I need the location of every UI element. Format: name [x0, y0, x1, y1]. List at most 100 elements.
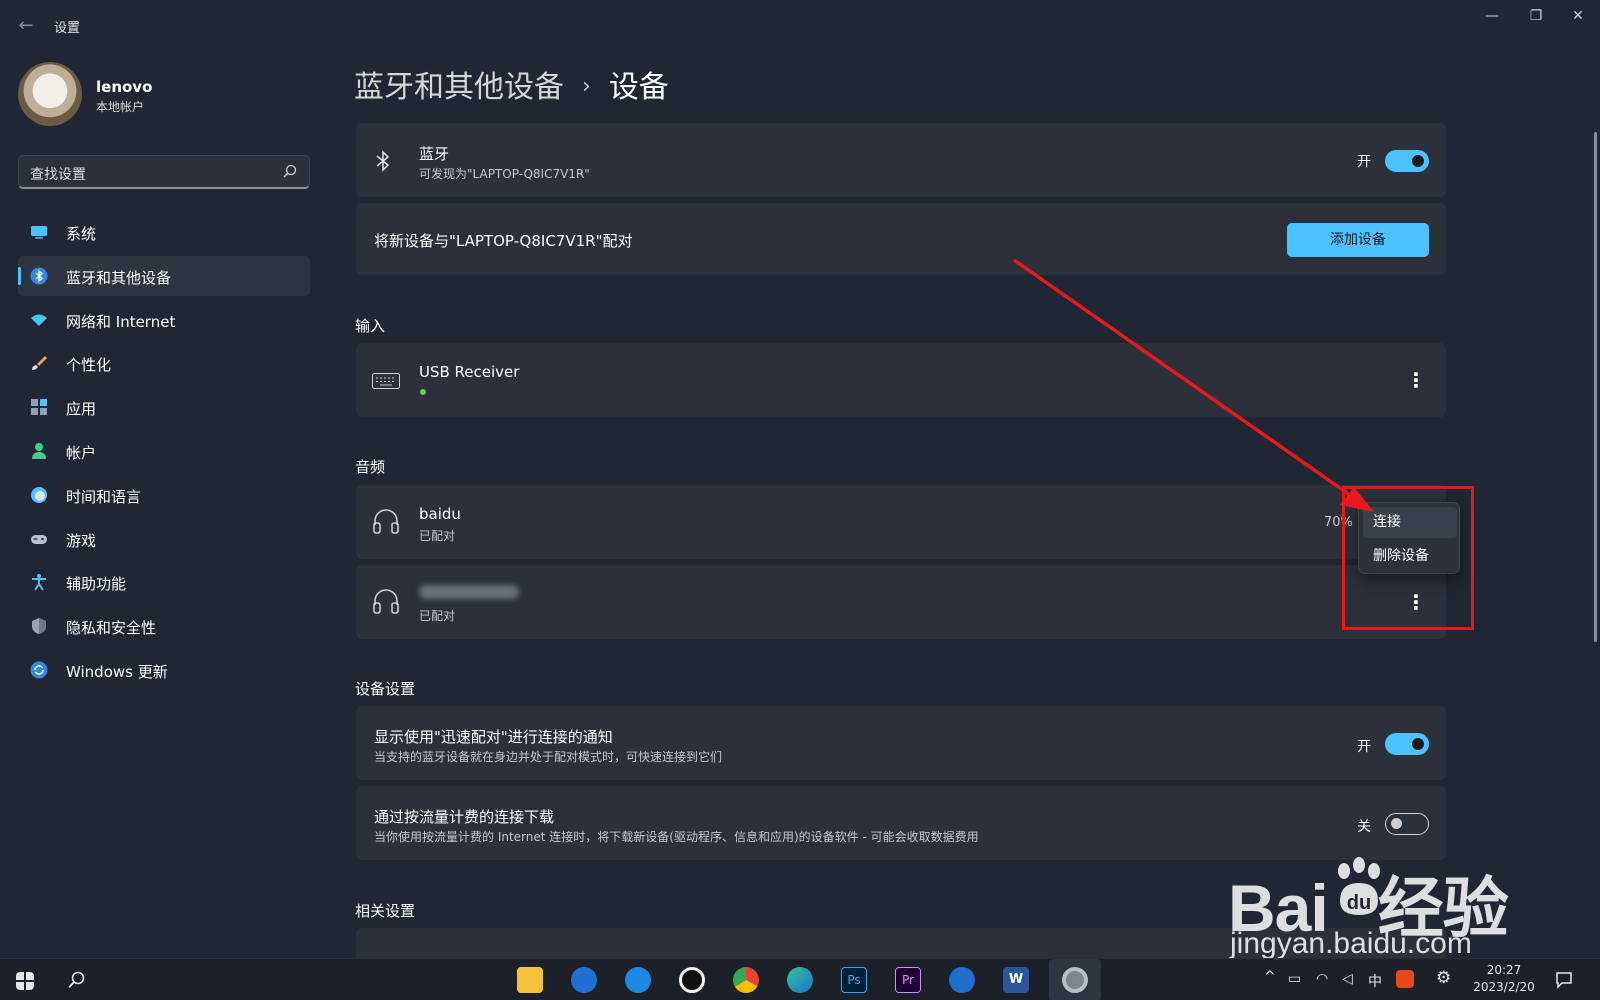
swift-pair-toggle[interactable] [1385, 733, 1429, 755]
sidebar-item-network[interactable]: 网络和 Internet [18, 300, 310, 340]
sidebar-item-label: 应用 [66, 400, 97, 419]
word-icon[interactable]: W [1003, 967, 1029, 993]
input-device-card: USB Receiver ⋮ [356, 343, 1446, 417]
audio-device-card: 已配对 ⋮ [356, 565, 1446, 639]
bluetooth-toggle[interactable] [1385, 150, 1429, 172]
chevron-up-icon[interactable]: ^ [1264, 969, 1276, 985]
back-arrow-icon[interactable]: ← [14, 14, 38, 38]
photoshop-icon[interactable]: Ps [841, 967, 867, 993]
setting-description: 当你使用按流量计费的 Internet 连接时，将下载新设备(驱动程序、信息和应… [374, 830, 979, 844]
sidebar-item-bluetooth[interactable]: 蓝牙和其他设备 [18, 255, 310, 296]
edge-icon[interactable] [787, 967, 813, 993]
blurred-device-name [419, 585, 519, 599]
settings-app-icon[interactable] [1062, 967, 1088, 993]
account-type: 本地帐户 [96, 100, 145, 114]
search-input[interactable]: 查找设置 [18, 155, 310, 189]
bluetooth-icon [30, 267, 48, 285]
close-icon[interactable]: ✕ [1558, 4, 1598, 28]
battery-icon[interactable]: ▭ [1288, 971, 1301, 987]
notification-icon[interactable] [1555, 971, 1573, 989]
active-indicator [18, 266, 21, 285]
minimize-icon[interactable]: — [1470, 4, 1514, 28]
setting-title: 显示使用"迅速配对"进行连接的通知 [374, 728, 613, 746]
more-options-button[interactable]: ⋮ [1401, 365, 1431, 395]
setting-description: 当支持的蓝牙设备就在身边并处于配对模式时，可快速连接到它们 [374, 750, 723, 764]
breadcrumb-parent[interactable]: 蓝牙和其他设备 [354, 70, 564, 105]
sidebar-item-windows-update[interactable]: Windows 更新 [18, 650, 310, 690]
accessibility-icon [32, 574, 46, 591]
premiere-icon[interactable]: Pr [895, 967, 921, 993]
baidu-jingyan-watermark: Bai 经验 du jingyan.baidu.com [1228, 855, 1558, 965]
clock[interactable]: 20:27 2023/2/20 [1468, 962, 1540, 996]
sogou-ime-icon[interactable] [1396, 970, 1414, 988]
scrollbar[interactable] [1594, 132, 1597, 642]
sidebar-nav: 系统 蓝牙和其他设备 网络和 Internet 个性化 应用 帐户 时间和语言 … [18, 212, 310, 694]
sidebar-item-label: 帐户 [66, 443, 97, 462]
setting-card-swift-pair: 显示使用"迅速配对"进行连接的通知 当支持的蓝牙设备就在身边并处于配对模式时，可… [356, 706, 1446, 780]
sidebar-item-system[interactable]: 系统 [18, 212, 310, 252]
setting-title: 通过按流量计费的连接下载 [374, 808, 555, 826]
time-language-icon [31, 486, 47, 503]
chrome-icon[interactable] [733, 967, 759, 993]
bluetooth-icon [376, 150, 390, 172]
audio-section-heading: 音频 [355, 458, 386, 476]
qq-icon[interactable] [679, 967, 705, 993]
sidebar-item-accessibility[interactable]: 辅助功能 [18, 562, 310, 602]
title-bar: ← 设置 — ❐ ✕ [0, 0, 1600, 52]
restore-icon[interactable]: ❐ [1514, 4, 1558, 28]
input-section-heading: 输入 [355, 317, 386, 335]
paw-icon: du [1338, 857, 1380, 915]
sidebar-item-apps[interactable]: 应用 [18, 387, 310, 427]
apps-icon [31, 399, 47, 416]
audio-device-card: baidu 已配对 70% [356, 485, 1446, 559]
device-name: baidu [419, 505, 461, 523]
pair-device-card: 将新设备与"LAPTOP-Q8IC7V1R"配对 添加设备 [356, 203, 1446, 275]
ime-indicator[interactable]: 中 [1368, 971, 1382, 991]
system-icon [31, 226, 47, 239]
setting-card-metered-download: 通过按流量计费的连接下载 当你使用按流量计费的 Internet 连接时，将下载… [356, 786, 1446, 860]
clock-time: 20:27 [1486, 963, 1522, 977]
gear-icon[interactable]: ⚙ [1436, 968, 1451, 988]
gamepad-icon [31, 534, 47, 544]
ie-browser-icon[interactable] [625, 967, 651, 993]
device-status: 已配对 [419, 529, 456, 543]
pair-device-text: 将新设备与"LAPTOP-Q8IC7V1R"配对 [374, 232, 633, 250]
app-title: 设置 [54, 21, 81, 36]
sidebar-item-time-language[interactable]: 时间和语言 [18, 475, 310, 515]
bluetooth-toggle-label: 开 [1357, 154, 1371, 170]
headphones-icon [373, 589, 399, 614]
bluetooth-card: 蓝牙 可发现为"LAPTOP-Q8IC7V1R" 开 [356, 123, 1446, 197]
search-icon[interactable] [68, 971, 86, 989]
account-icon [32, 442, 46, 459]
toggle-label: 关 [1357, 819, 1371, 835]
update-icon [30, 661, 48, 679]
search-placeholder: 查找设置 [30, 167, 86, 183]
annotation-highlight-box [1342, 486, 1474, 630]
chevron-right-icon: › [582, 74, 591, 99]
sidebar-item-accounts[interactable]: 帐户 [18, 431, 310, 471]
device-settings-heading: 设备设置 [355, 680, 416, 698]
page-title: 设备 [608, 70, 669, 105]
sidebar-item-label: Windows 更新 [66, 662, 168, 681]
browser-q-icon[interactable] [571, 967, 597, 993]
sidebar-item-privacy[interactable]: 隐私和安全性 [18, 606, 310, 646]
sidebar-item-label: 时间和语言 [66, 487, 142, 506]
bluetooth-title: 蓝牙 [419, 145, 450, 163]
file-explorer-icon[interactable] [517, 967, 543, 993]
watermark-url: jingyan.baidu.com [1230, 927, 1472, 960]
sidebar-item-label: 网络和 Internet [66, 312, 176, 331]
sidebar-item-label: 辅助功能 [66, 575, 127, 594]
browser-q2-icon[interactable] [949, 967, 975, 993]
bluetooth-subtitle: 可发现为"LAPTOP-Q8IC7V1R" [419, 167, 590, 181]
sidebar-item-gaming[interactable]: 游戏 [18, 519, 310, 559]
metered-download-toggle[interactable] [1385, 813, 1429, 835]
keyboard-icon [372, 373, 400, 389]
wifi-icon [31, 314, 47, 326]
volume-icon[interactable]: ◁ [1342, 971, 1353, 987]
add-device-button[interactable]: 添加设备 [1287, 223, 1429, 257]
sidebar-item-personalization[interactable]: 个性化 [18, 343, 310, 383]
device-status: 已配对 [419, 609, 456, 623]
shield-icon [32, 618, 46, 635]
windows-start-icon[interactable] [16, 972, 34, 990]
network-icon[interactable]: ◠ [1316, 971, 1328, 987]
